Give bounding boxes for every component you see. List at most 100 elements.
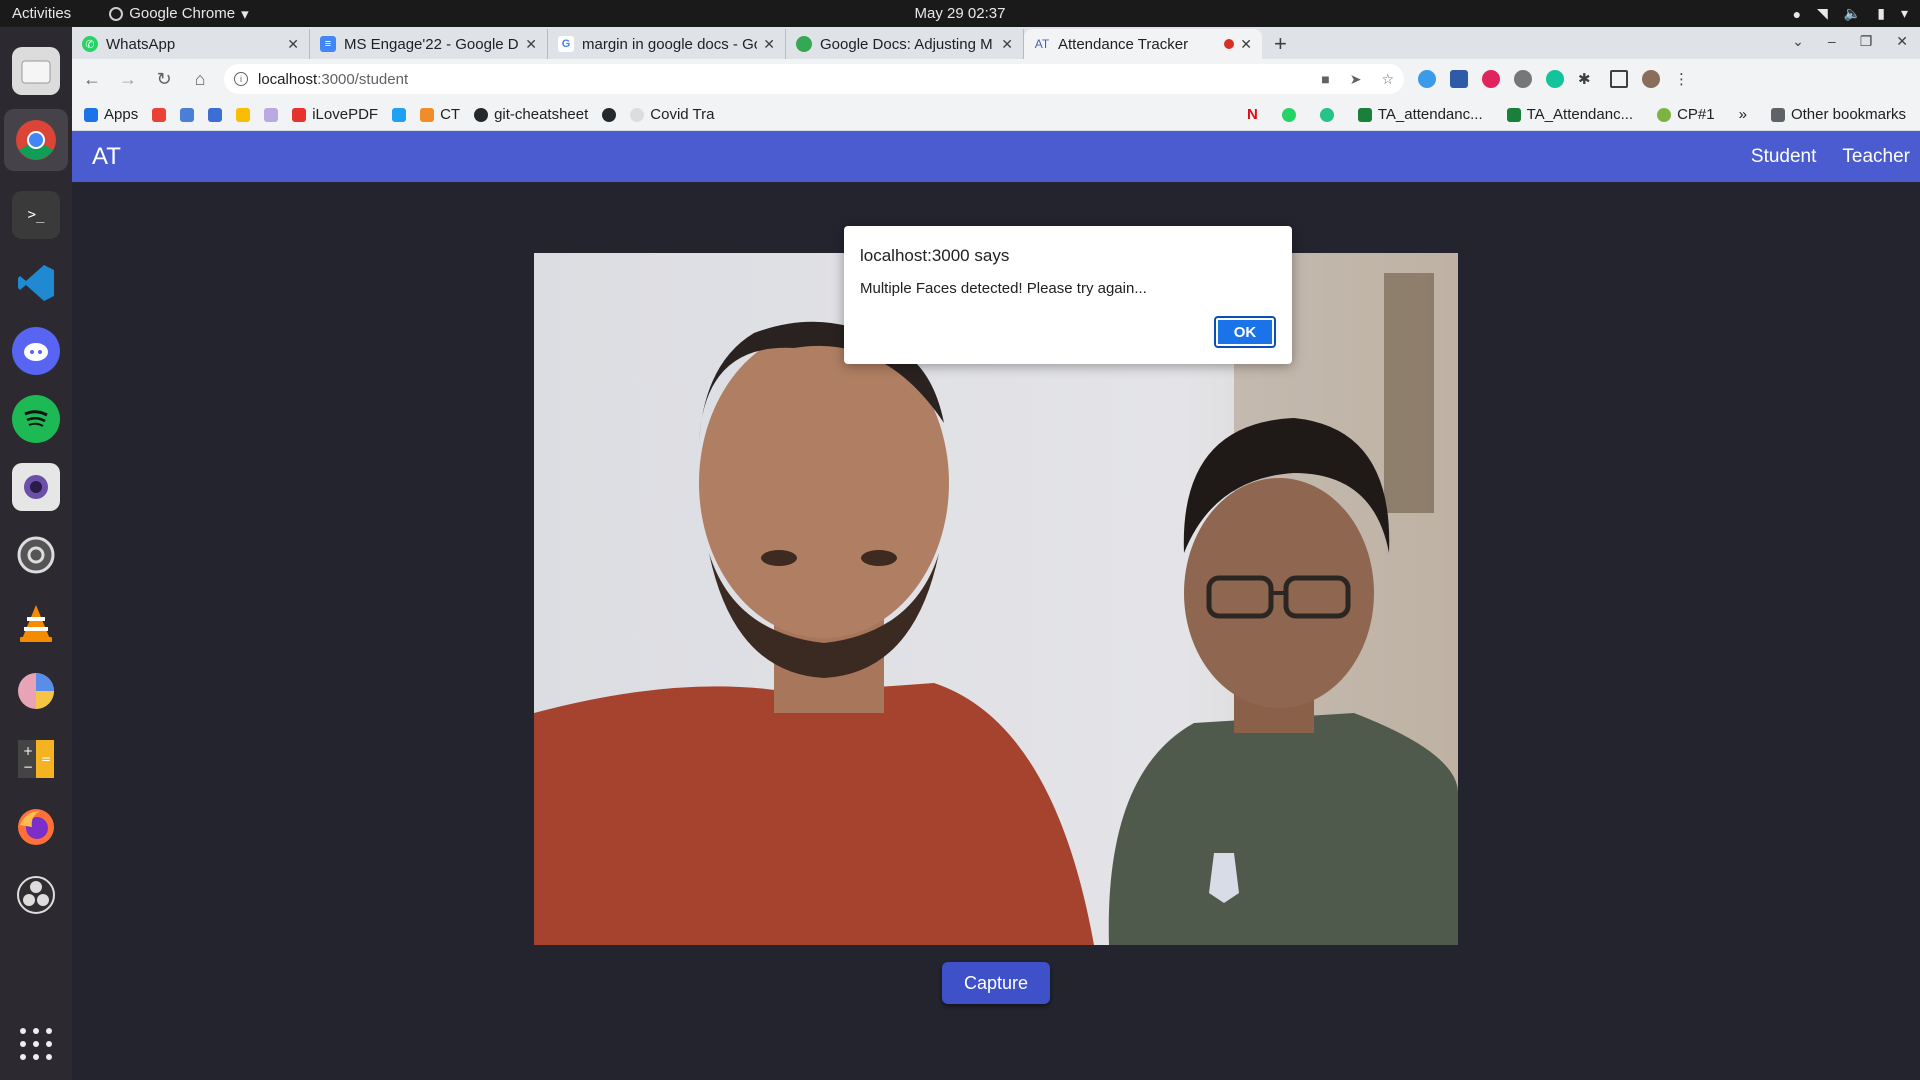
restore-icon[interactable]: ❐	[1860, 33, 1873, 50]
vscode-icon[interactable]	[12, 259, 60, 307]
bookmark-github[interactable]	[602, 107, 617, 122]
chart-app-icon[interactable]	[12, 667, 60, 715]
close-tab-icon[interactable]: ✕	[1240, 36, 1252, 53]
obs-icon[interactable]	[12, 871, 60, 919]
at-favicon-icon: AT	[1034, 37, 1050, 51]
bookmarks-right: N TA_attendanc... TA_Attendanc... CP#1 »…	[1247, 106, 1920, 123]
bookmark-covid-tracker[interactable]: Covid Tra	[630, 106, 715, 123]
bookmark-icon	[630, 107, 645, 122]
capture-button[interactable]: Capture	[942, 962, 1050, 1004]
bookmark-git-cheatsheet[interactable]: git-cheatsheet	[474, 106, 588, 123]
extension-icon[interactable]	[1418, 70, 1436, 88]
bookmark-cp1[interactable]: CP#1	[1657, 106, 1715, 123]
teams-icon[interactable]: ●	[1793, 6, 1801, 22]
close-tab-icon[interactable]: ✕	[1001, 36, 1013, 53]
alert-dialog: localhost:3000 says Multiple Faces detec…	[844, 226, 1292, 364]
camera-icon[interactable]	[12, 463, 60, 511]
menu-icon[interactable]: ⋮	[1674, 70, 1692, 88]
chrome-icon	[109, 6, 124, 21]
close-tab-icon[interactable]: ✕	[287, 36, 299, 53]
back-icon[interactable]: ←	[76, 69, 108, 90]
tab-google-docs-help[interactable]: Google Docs: Adjusting M ✕	[786, 29, 1024, 59]
new-tab-icon[interactable]: +	[1274, 31, 1287, 57]
bookmark-drive[interactable]	[236, 107, 251, 122]
close-window-icon[interactable]: ✕	[1896, 33, 1908, 50]
dialog-message: Multiple Faces detected! Please try agai…	[860, 280, 1147, 297]
opera-extension-icon[interactable]	[1482, 70, 1500, 88]
app-menu[interactable]: Google Chrome ▾	[109, 5, 249, 23]
power-menu-icon[interactable]: ▾	[1901, 5, 1908, 22]
send-icon[interactable]: ➤	[1350, 71, 1362, 88]
bookmark-unknown[interactable]	[1319, 107, 1334, 122]
chrome-icon[interactable]	[4, 109, 68, 171]
close-tab-icon[interactable]: ✕	[525, 36, 537, 53]
other-bookmarks[interactable]: Other bookmarks	[1770, 106, 1906, 123]
minimize-icon[interactable]: –	[1828, 33, 1836, 50]
twitter-icon	[392, 107, 407, 122]
wifi-icon[interactable]: ◥	[1817, 5, 1828, 22]
camera-in-use-icon[interactable]: ■	[1321, 71, 1329, 88]
recording-indicator-icon	[1224, 39, 1235, 49]
site-info-icon[interactable]: i	[234, 72, 248, 86]
avatar[interactable]	[1642, 70, 1660, 88]
dock: >_ + − =	[0, 27, 72, 1080]
bookmark-unknown[interactable]	[208, 107, 223, 122]
svg-text:=: =	[41, 752, 51, 766]
clock[interactable]: May 29 02:37	[915, 5, 1006, 22]
forward-icon[interactable]: →	[112, 69, 144, 90]
nav-teacher-link[interactable]: Teacher	[1842, 146, 1910, 168]
bookmark-unknown[interactable]	[180, 107, 195, 122]
system-tray[interactable]: ● ◥ 🔈 ▮ ▾	[1793, 5, 1908, 22]
extensions-puzzle-icon[interactable]: ✱	[1578, 70, 1596, 88]
google-help-icon	[796, 36, 812, 52]
firefox-icon[interactable]	[12, 803, 60, 851]
bookmark-ta-attendance-1[interactable]: TA_attendanc...	[1357, 106, 1483, 123]
reload-icon[interactable]: ↻	[148, 69, 180, 90]
volume-icon[interactable]: 🔈	[1844, 5, 1861, 22]
bookmark-label: git-cheatsheet	[494, 106, 589, 123]
app-menu-label: Google Chrome	[129, 5, 236, 22]
files-icon[interactable]	[12, 47, 60, 95]
bookmark-gmail[interactable]	[152, 107, 167, 122]
ok-button[interactable]: OK	[1214, 316, 1276, 348]
google-docs-icon: ≡	[320, 36, 336, 52]
tab-google-doc[interactable]: ≡ MS Engage'22 - Google Do ✕	[310, 29, 548, 59]
tab-attendance-tracker[interactable]: AT Attendance Tracker ✕	[1024, 29, 1262, 59]
bookmark-ilovepdf[interactable]: iLovePDF	[292, 106, 378, 123]
terminal-icon[interactable]: >_	[12, 191, 60, 239]
nav-student-link[interactable]: Student	[1751, 146, 1817, 168]
vlc-icon[interactable]	[12, 599, 60, 647]
bookmark-unknown[interactable]	[264, 107, 279, 122]
bookmark-whatsapp[interactable]	[1281, 107, 1296, 122]
bookmark-label: iLovePDF	[312, 106, 379, 123]
side-panel-icon[interactable]	[1610, 70, 1628, 88]
extension-icon[interactable]	[1514, 70, 1532, 88]
spotify-icon[interactable]	[12, 395, 60, 443]
url-path: :3000/student	[317, 70, 409, 88]
tab-search-icon[interactable]: ⌄	[1792, 33, 1804, 50]
settings-icon[interactable]	[12, 531, 60, 579]
brand-logo[interactable]: AT	[92, 143, 121, 171]
caret-down-icon: ▾	[241, 5, 249, 23]
bookmark-star-icon[interactable]: ☆	[1381, 71, 1394, 88]
bookmark-ta-attendance-2[interactable]: TA_Attendanc...	[1506, 106, 1633, 123]
tab-google-search[interactable]: G margin in google docs - Go ✕	[548, 29, 786, 59]
calculator-icon[interactable]: + − =	[12, 735, 60, 783]
more-bookmarks-icon[interactable]: »	[1739, 106, 1747, 123]
grammarly-icon[interactable]	[1546, 70, 1564, 88]
address-bar[interactable]: i localhost:3000/student ■ ➤ ☆	[224, 64, 1404, 94]
bookmark-twitter[interactable]	[392, 107, 407, 122]
activities-button[interactable]: Activities	[12, 5, 71, 22]
tab-whatsapp[interactable]: ✆ WhatsApp ✕	[72, 29, 310, 59]
close-tab-icon[interactable]: ✕	[763, 36, 775, 53]
battery-icon[interactable]: ▮	[1877, 5, 1885, 22]
discord-icon[interactable]	[12, 327, 60, 375]
download-extension-icon[interactable]	[1450, 70, 1468, 88]
home-icon[interactable]: ⌂	[184, 69, 216, 90]
bookmark-netflix[interactable]: N	[1247, 106, 1258, 123]
bookmark-label: Apps	[104, 106, 139, 123]
bookmark-icon	[208, 107, 223, 122]
show-apps-icon[interactable]	[20, 1028, 52, 1060]
bookmark-apps[interactable]: Apps	[84, 106, 138, 123]
bookmark-ct[interactable]: CT	[420, 106, 460, 123]
